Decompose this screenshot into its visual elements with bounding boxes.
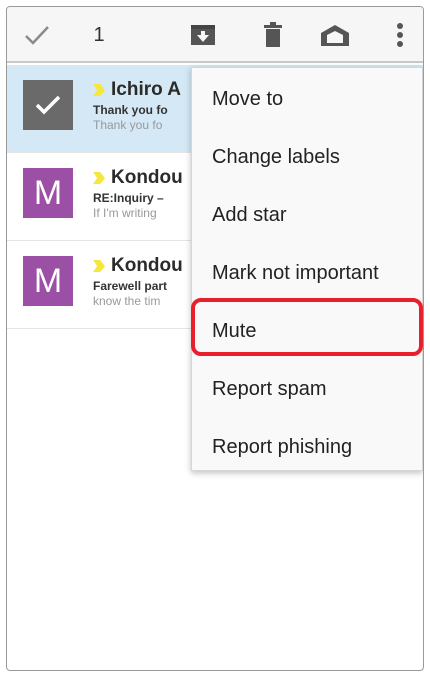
menu-item-add-star[interactable]: Add star <box>192 186 422 244</box>
menu-item-change-labels[interactable]: Change labels <box>192 128 422 186</box>
archive-button[interactable] <box>183 7 223 63</box>
menu-item-move-to[interactable]: Move to <box>192 70 422 128</box>
sender-name: Ichiro A <box>111 79 182 100</box>
done-button[interactable] <box>17 7 57 63</box>
sender-avatar[interactable]: M <box>23 168 73 218</box>
action-bar: 1 <box>7 7 423 63</box>
label-icon <box>321 25 349 46</box>
delete-button[interactable] <box>253 7 293 63</box>
sender-avatar[interactable]: M <box>23 256 73 306</box>
check-icon <box>25 26 49 45</box>
trash-icon <box>264 22 282 47</box>
menu-item-mark-not-important[interactable]: Mark not important <box>192 244 422 302</box>
archive-icon <box>191 25 215 45</box>
check-icon <box>35 95 61 115</box>
importance-marker-icon <box>93 172 105 184</box>
selected-count: 1 <box>93 23 105 46</box>
selected-check-avatar[interactable] <box>23 80 73 130</box>
importance-marker-icon <box>93 84 105 96</box>
overflow-menu-button[interactable] <box>385 7 415 63</box>
sender-name: Kondou <box>111 167 183 188</box>
overflow-menu: Move to Change labels Add star Mark not … <box>191 67 423 471</box>
menu-item-report-spam[interactable]: Report spam <box>192 360 422 418</box>
menu-item-report-phishing[interactable]: Report phishing <box>192 418 422 476</box>
phone-screen: 1 Ichiro A Thank you fo Thank you fo M K… <box>6 6 424 671</box>
importance-marker-icon <box>93 260 105 272</box>
sender-name: Kondou <box>111 255 183 276</box>
more-vert-icon <box>397 23 403 47</box>
labels-button[interactable] <box>313 7 357 63</box>
menu-item-mute[interactable]: Mute <box>192 302 422 360</box>
